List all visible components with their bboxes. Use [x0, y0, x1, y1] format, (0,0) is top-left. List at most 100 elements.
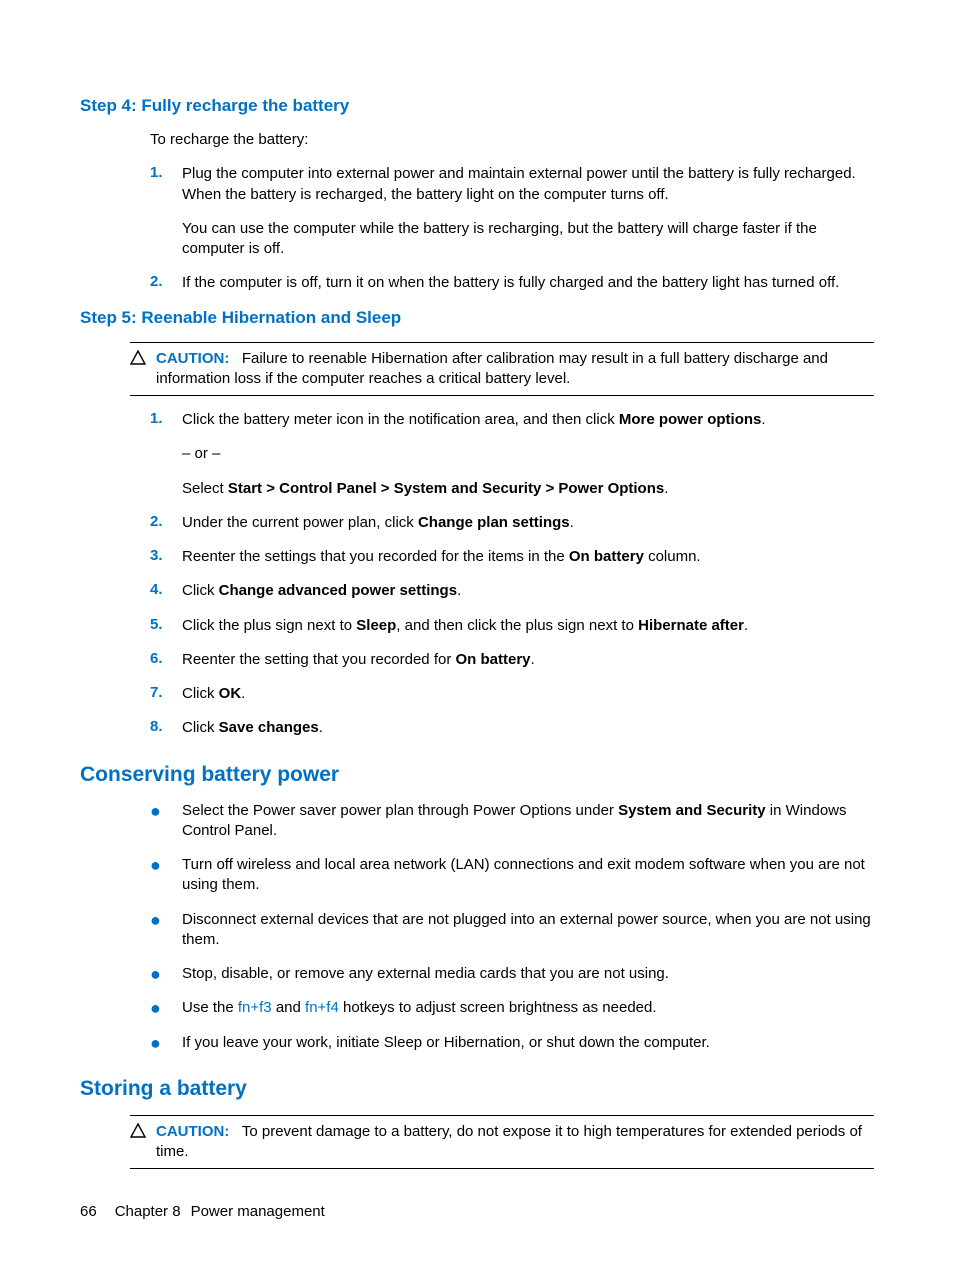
caution-box: CAUTION: Failure to reenable Hibernation…: [130, 342, 874, 397]
list-body: Disconnect external devices that are not…: [182, 910, 874, 951]
caution-icon: [130, 1122, 156, 1163]
list-item: 7. Click OK.: [150, 684, 874, 704]
text: Click the plus sign next to: [182, 617, 356, 634]
step5-list: 1. Click the battery meter icon in the n…: [150, 410, 874, 739]
list-body: Click the plus sign next to Sleep, and t…: [182, 616, 874, 636]
text: Click: [182, 685, 219, 702]
list-number: 1.: [150, 410, 182, 499]
list-number: 8.: [150, 718, 182, 738]
list-body: Use the fn+f3 and fn+f4 hotkeys to adjus…: [182, 998, 874, 1018]
list-number: 6.: [150, 650, 182, 670]
bold-text: More power options: [619, 411, 762, 428]
text: hotkeys to adjust screen brightness as n…: [339, 999, 657, 1016]
text: .: [319, 719, 323, 736]
bullet-icon: ●: [150, 998, 182, 1018]
text: Reenter the settings that you recorded f…: [182, 548, 569, 565]
bullet-icon: ●: [150, 801, 182, 842]
list-item: 1. Plug the computer into external power…: [150, 164, 874, 259]
list-item: 2. Under the current power plan, click C…: [150, 513, 874, 533]
bullet-icon: ●: [150, 964, 182, 984]
list-number: 2.: [150, 513, 182, 533]
list-body: Reenter the settings that you recorded f…: [182, 547, 874, 567]
bold-text: Save changes: [219, 719, 319, 736]
bold-text: System and Security: [618, 802, 766, 819]
text: Failure to reenable Hibernation after ca…: [156, 350, 828, 387]
text: Use the: [182, 999, 238, 1016]
caution-body: CAUTION: To prevent damage to a battery,…: [156, 1122, 874, 1163]
list-body: Click Save changes.: [182, 718, 874, 738]
text: .: [531, 651, 535, 668]
list-item: 6. Reenter the setting that you recorded…: [150, 650, 874, 670]
bold-text: Sleep: [356, 617, 396, 634]
step5-heading: Step 5: Reenable Hibernation and Sleep: [80, 308, 874, 328]
bullet-icon: ●: [150, 1033, 182, 1053]
list-item: ● Turn off wireless and local area netwo…: [150, 855, 874, 896]
list-body: Click OK.: [182, 684, 874, 704]
bold-text: OK: [219, 685, 242, 702]
list-item: ● If you leave your work, initiate Sleep…: [150, 1033, 874, 1053]
list-item: 8. Click Save changes.: [150, 718, 874, 738]
list-body: Click Change advanced power settings.: [182, 581, 874, 601]
text: column.: [644, 548, 701, 565]
list-number: 5.: [150, 616, 182, 636]
bold-text: Change plan settings: [418, 514, 570, 531]
list-body: Turn off wireless and local area network…: [182, 855, 874, 896]
hotkey-link[interactable]: fn+f3: [238, 999, 272, 1016]
list-body: Stop, disable, or remove any external me…: [182, 964, 874, 984]
list-body: Select the Power saver power plan throug…: [182, 801, 874, 842]
text: Plug the computer into external power an…: [182, 165, 856, 202]
list-item: ● Stop, disable, or remove any external …: [150, 964, 874, 984]
bold-text: On battery: [569, 548, 644, 565]
text: Reenter the setting that you recorded fo…: [182, 651, 456, 668]
bullet-icon: ●: [150, 855, 182, 896]
text: Select: [182, 480, 228, 497]
storing-heading: Storing a battery: [80, 1077, 874, 1101]
list-number: 7.: [150, 684, 182, 704]
bold-text: Hibernate after: [638, 617, 744, 634]
text: Click: [182, 582, 219, 599]
page-footer: 66Chapter 8Power management: [80, 1203, 325, 1220]
text: You can use the computer while the batte…: [182, 219, 874, 260]
list-body: If you leave your work, initiate Sleep o…: [182, 1033, 874, 1053]
step4-heading: Step 4: Fully recharge the battery: [80, 96, 874, 116]
text: To prevent damage to a battery, do not e…: [156, 1123, 862, 1160]
text: Select Start > Control Panel > System an…: [182, 479, 874, 499]
list-item: 3. Reenter the settings that you recorde…: [150, 547, 874, 567]
text: Under the current power plan, click: [182, 514, 418, 531]
caution-body: CAUTION: Failure to reenable Hibernation…: [156, 349, 874, 390]
list-item: ● Select the Power saver power plan thro…: [150, 801, 874, 842]
hotkey-link[interactable]: fn+f4: [305, 999, 339, 1016]
list-body: Under the current power plan, click Chan…: [182, 513, 874, 533]
list-item: ● Disconnect external devices that are n…: [150, 910, 874, 951]
text: .: [664, 480, 668, 497]
conserving-list: ● Select the Power saver power plan thro…: [150, 801, 874, 1053]
text: .: [570, 514, 574, 531]
text: .: [761, 411, 765, 428]
step4-list: 1. Plug the computer into external power…: [150, 164, 874, 293]
text: , and then click the plus sign next to: [396, 617, 638, 634]
text: .: [457, 582, 461, 599]
bold-text: On battery: [456, 651, 531, 668]
list-item: ● Use the fn+f3 and fn+f4 hotkeys to adj…: [150, 998, 874, 1018]
list-number: 3.: [150, 547, 182, 567]
text: – or –: [182, 444, 874, 464]
list-body: Click the battery meter icon in the noti…: [182, 410, 874, 499]
step4-intro: To recharge the battery:: [150, 130, 874, 150]
chapter-label: Chapter 8: [115, 1203, 181, 1220]
text: .: [241, 685, 245, 702]
list-item: 2. If the computer is off, turn it on wh…: [150, 273, 874, 293]
caution-label: CAUTION:: [156, 1123, 229, 1140]
conserving-heading: Conserving battery power: [80, 763, 874, 787]
text: .: [744, 617, 748, 634]
caution-box: CAUTION: To prevent damage to a battery,…: [130, 1115, 874, 1170]
text: Click: [182, 719, 219, 736]
list-body: Reenter the setting that you recorded fo…: [182, 650, 874, 670]
caution-icon: [130, 349, 156, 390]
chapter-title: Power management: [191, 1203, 325, 1220]
list-body: If the computer is off, turn it on when …: [182, 273, 874, 293]
list-number: 4.: [150, 581, 182, 601]
list-item: 4. Click Change advanced power settings.: [150, 581, 874, 601]
list-number: 1.: [150, 164, 182, 259]
bold-text: Change advanced power settings: [219, 582, 457, 599]
list-item: 1. Click the battery meter icon in the n…: [150, 410, 874, 499]
